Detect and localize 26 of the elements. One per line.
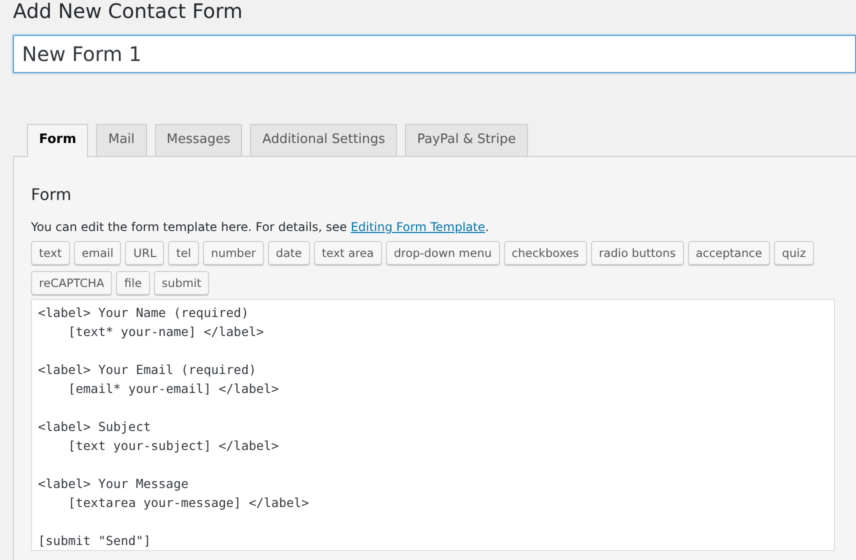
tag-button[interactable]: submit xyxy=(154,271,210,295)
tag-button[interactable]: quiz xyxy=(774,241,814,265)
tag-button[interactable]: text xyxy=(31,241,70,265)
tag-button[interactable]: email xyxy=(74,241,122,265)
editing-template-link[interactable]: Editing Form Template xyxy=(350,220,486,234)
panel-heading: Form xyxy=(31,185,72,205)
page-title: Add New Contact Form xyxy=(13,0,243,22)
tag-button[interactable]: file xyxy=(116,271,150,295)
tab[interactable]: Messages xyxy=(154,124,242,156)
tag-button[interactable]: number xyxy=(203,241,264,265)
tag-button[interactable]: date xyxy=(268,241,310,265)
tab[interactable]: Form xyxy=(27,124,88,157)
tab[interactable]: Additional Settings xyxy=(250,124,398,156)
panel-description: You can edit the form template here. For details, see Editing Form Template. xyxy=(31,219,490,235)
tag-button[interactable]: radio buttons xyxy=(590,241,684,265)
tag-button[interactable]: acceptance xyxy=(688,241,770,265)
tag-button[interactable]: checkboxes xyxy=(504,241,587,265)
tag-button[interactable]: URL xyxy=(125,241,164,265)
tag-button[interactable]: text area xyxy=(314,241,382,265)
form-title-field[interactable]: New Form 1 xyxy=(13,35,856,73)
tag-button[interactable]: tel xyxy=(168,241,200,265)
form-template-editor[interactable]: <label> Your Name (required) [text* your-name] </label> <label> Your Email (required) [email* your-email] </label> <label> Subject [text your-subject] </label> <label> Your Message [textarea your-message] </label> [submit "Send"] xyxy=(31,299,835,551)
tag-button[interactable]: drop-down menu xyxy=(386,241,500,265)
tab[interactable]: Mail xyxy=(96,124,147,156)
tag-button[interactable]: reCAPTCHA xyxy=(31,271,112,295)
tab[interactable]: PayPal & Stripe xyxy=(405,124,528,156)
